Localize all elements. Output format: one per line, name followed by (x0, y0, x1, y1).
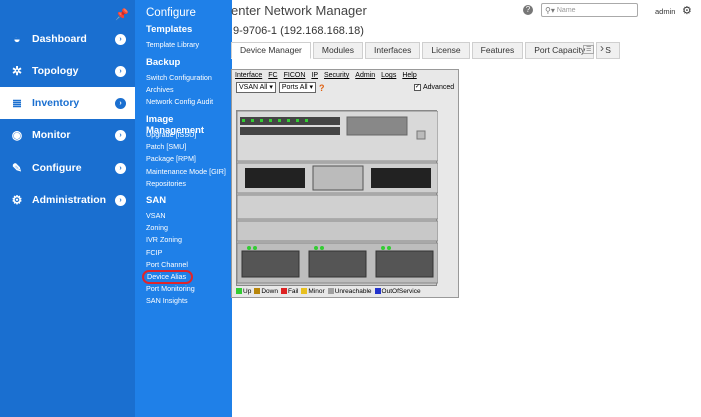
chevron-right-icon[interactable]: › (115, 97, 126, 109)
device-manager-toolbar: VSAN All ▾ Ports All ▾ ? (236, 82, 325, 93)
gear-icon[interactable]: ⚙ (682, 4, 692, 17)
legend-swatch (374, 288, 381, 295)
legend-item-fail: Fail (280, 288, 298, 295)
legend-item-outofservice: OutOfService (374, 288, 421, 295)
flyout-item-package-rpm[interactable]: Package [RPM] (146, 154, 196, 163)
advanced-label: Advanced (423, 84, 455, 91)
dm-menu-admin[interactable]: Admin (355, 72, 375, 79)
legend-swatch (254, 288, 261, 295)
flyout-item-template-library[interactable]: Template Library (146, 40, 199, 49)
chevron-right-icon[interactable]: › (115, 162, 126, 174)
chevron-right-icon[interactable]: › (115, 129, 126, 141)
tab-device-manager[interactable]: Device Manager (231, 42, 311, 59)
flyout-item-switch-configuration[interactable]: Switch Configuration (146, 73, 212, 82)
tab-interfaces[interactable]: Interfaces (365, 42, 421, 59)
flyout-item-zoning[interactable]: Zoning (146, 223, 168, 232)
flyout-item-san-insights[interactable]: SAN Insights (146, 296, 188, 305)
dm-menu-ficon[interactable]: FICON (284, 72, 306, 79)
legend-item-minor: Minor (301, 288, 325, 295)
status-legend: Up Down Fail Minor Unreachable OutOfService (236, 288, 421, 295)
flyout-heading-backup: Backup (146, 57, 181, 68)
legend-item-unreachable: Unreachable (327, 288, 372, 295)
sidebar-item-inventory[interactable]: ≣ Inventory › (0, 87, 135, 119)
flyout-heading-templates: Templates (146, 24, 193, 35)
advanced-checkbox[interactable]: ✓ Advanced (414, 84, 454, 91)
flyout-item-port-channel[interactable]: Port Channel (146, 260, 188, 269)
help-question-icon[interactable]: ? (319, 83, 325, 93)
legend-item-up: Up (236, 288, 251, 295)
flyout-heading-san: SAN (146, 195, 167, 206)
legend-swatch (236, 288, 242, 295)
chassis-drawing (236, 110, 439, 284)
checkbox-icon[interactable]: ✓ (414, 84, 421, 91)
device-tabs: Device Manager Modules Interfaces License Fe… (231, 42, 622, 59)
user-name[interactable]: admin (655, 7, 675, 16)
inventory-icon: ≣ (11, 96, 23, 110)
ports-select[interactable]: Ports All ▾ (278, 82, 317, 93)
help-icon[interactable]: ? (523, 5, 533, 15)
flyout-item-port-monitoring[interactable]: Port Monitoring (146, 284, 195, 293)
sidebar-item-topology[interactable]: ✲ Topology › (0, 55, 135, 87)
sidebar-item-label: Topology (32, 65, 79, 77)
administration-icon: ⚙ (11, 193, 23, 207)
sidebar-item-label: Monitor (32, 129, 71, 141)
flyout-title: Configure (146, 7, 196, 19)
chevron-right-icon[interactable]: › (115, 65, 126, 77)
dm-menu-fc[interactable]: FC (268, 72, 277, 79)
vsan-select[interactable]: VSAN All ▾ (236, 82, 276, 93)
flyout-item-patch-smu[interactable]: Patch [SMU] (146, 142, 186, 151)
dm-menu-security[interactable]: Security (324, 72, 349, 79)
sidebar-item-administration[interactable]: ⚙ Administration › (0, 184, 135, 216)
flyout-item-network-config-audit[interactable]: Network Config Audit (146, 97, 213, 106)
flyout-item-fcip[interactable]: FCIP (146, 248, 162, 257)
device-manager-menu: Interface FC FICON IP Security Admin Logs Help (235, 72, 417, 79)
flyout-item-repositories[interactable]: Repositories (146, 179, 186, 188)
legend-swatch (280, 288, 287, 295)
sidebar-item-label: Administration (32, 194, 107, 206)
chevron-right-icon[interactable]: › (115, 33, 126, 45)
sidebar-item-dashboard[interactable]: ◒ Dashboard › (0, 23, 135, 55)
tab-license[interactable]: License (422, 42, 470, 59)
sidebar-item-label: Configure (32, 162, 82, 174)
chevron-right-icon[interactable]: › (600, 41, 604, 55)
dm-menu-logs[interactable]: Logs (381, 72, 396, 79)
dm-menu-interface[interactable]: Interface (235, 72, 262, 79)
tab-features[interactable]: Features (471, 42, 524, 59)
search-input[interactable]: ⚲▾ Name (541, 3, 638, 17)
pin-icon[interactable]: 📌 (115, 8, 129, 21)
flyout-item-maintenance-mode-gir[interactable]: Maintenance Mode [GIR] (146, 167, 226, 176)
tab-overflow-icon[interactable]: ☰ (583, 45, 595, 54)
sidebar-item-label: Dashboard (32, 33, 87, 45)
topology-icon: ✲ (11, 64, 23, 78)
flyout-item-vsan[interactable]: VSAN (146, 211, 166, 220)
flyout-item-archives[interactable]: Archives (146, 85, 174, 94)
app-title: enter Network Manager (231, 3, 367, 18)
sidebar-item-configure[interactable]: ✎ Configure › (0, 152, 135, 184)
legend-swatch (301, 288, 308, 295)
sidebar: 📌 ◒ Dashboard › ✲ Topology › ≣ Inventory › ◉ Monit… (0, 0, 135, 417)
dm-menu-help[interactable]: Help (402, 72, 416, 79)
chassis-image[interactable] (236, 110, 439, 286)
legend-item-down: Down (254, 288, 278, 295)
device-title: 9-9706-1 (192.168.168.18) (233, 25, 364, 37)
legend-swatch (327, 288, 334, 295)
tab-modules[interactable]: Modules (312, 42, 364, 59)
dm-menu-ip[interactable]: IP (311, 72, 318, 79)
flyout-item-ivr-zoning[interactable]: IVR Zoning (146, 235, 182, 244)
flyout-item-device-alias[interactable]: Device Alias (142, 270, 193, 284)
configure-icon: ✎ (11, 161, 23, 175)
device-manager-panel[interactable]: Interface FC FICON IP Security Admin Logs Help … (231, 69, 459, 298)
search-icon: ⚲▾ (545, 5, 555, 15)
sidebar-item-label: Inventory (32, 97, 80, 109)
flyout-item-upgrade-issu[interactable]: Upgrade [ISSU] (146, 130, 196, 139)
configure-flyout-menu: Configure Templates Template Library Backu… (135, 0, 232, 417)
sidebar-item-monitor[interactable]: ◉ Monitor › (0, 119, 135, 151)
chevron-right-icon[interactable]: › (115, 194, 126, 206)
search-placeholder: Name (556, 6, 576, 14)
monitor-icon: ◉ (11, 128, 23, 142)
dashboard-icon: ◒ (13, 32, 21, 46)
